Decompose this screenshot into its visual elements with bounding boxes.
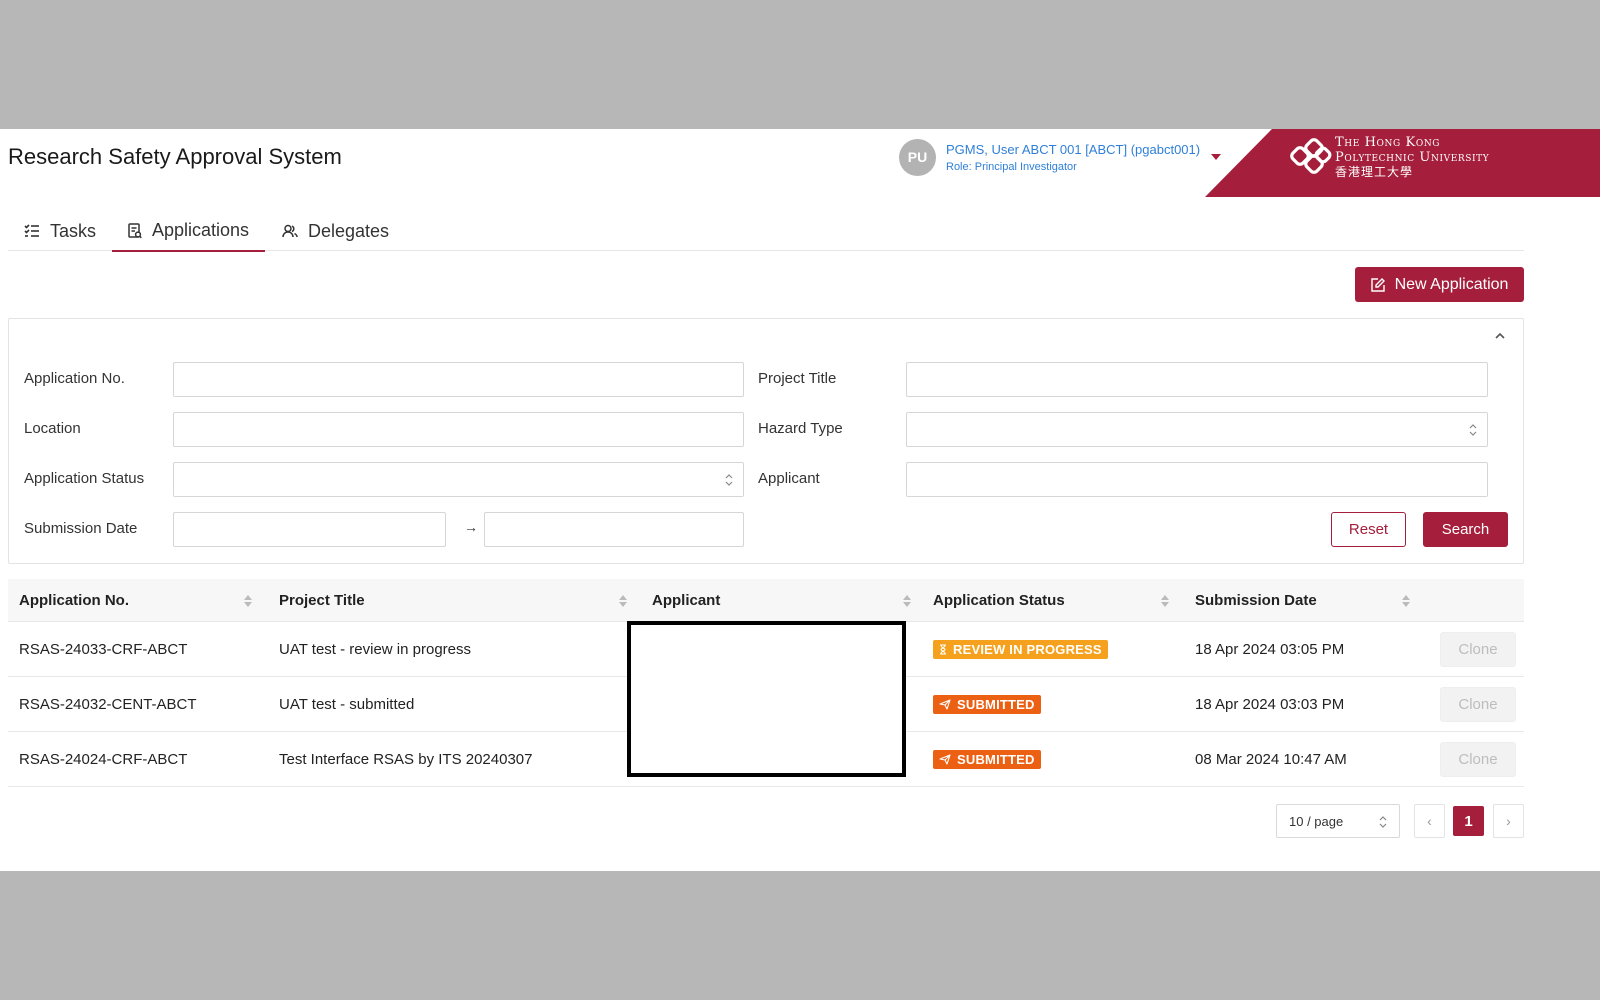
people-icon <box>282 224 298 238</box>
application-status-label: Application Status <box>24 470 145 487</box>
select-arrows-icon <box>1469 424 1477 436</box>
column-application-status[interactable]: Application Status <box>933 579 1065 622</box>
page-size-select[interactable]: 10 / page <box>1276 804 1400 838</box>
new-application-button[interactable]: New Application <box>1355 267 1524 302</box>
submission-date-label: Submission Date <box>24 520 138 537</box>
user-name[interactable]: PGMS, User ABCT 001 [ABCT] (pgabct001) <box>946 142 1200 157</box>
hourglass-icon <box>940 644 946 655</box>
select-arrows-icon <box>725 474 733 486</box>
cell-status: SUBMITTED <box>933 732 1041 787</box>
location-input[interactable] <box>173 412 744 447</box>
page-size-label: 10 / page <box>1289 813 1344 829</box>
cell-submission-date: 18 Apr 2024 03:05 PM <box>1195 641 1345 658</box>
application-no-label: Application No. <box>24 370 125 387</box>
user-menu[interactable]: PU PGMS, User ABCT 001 [ABCT] (pgabct001… <box>899 137 1221 177</box>
university-logo-banner: The Hong Kong Polytechnic University 香港理… <box>1205 129 1600 197</box>
send-icon <box>939 754 951 765</box>
task-list-icon <box>24 224 39 237</box>
cell-status: REVIEW IN PROGRESS <box>933 622 1108 677</box>
status-text: SUBMITTED <box>957 752 1035 767</box>
prev-page-button[interactable]: ‹ <box>1414 804 1445 838</box>
column-project-title[interactable]: Project Title <box>279 579 365 622</box>
application-no-input[interactable] <box>173 362 744 397</box>
send-icon <box>939 699 951 710</box>
new-application-label: New Application <box>1394 275 1509 293</box>
university-name-chinese: 香港理工大學 <box>1335 165 1414 179</box>
sort-icon[interactable] <box>1161 594 1169 608</box>
column-applicant[interactable]: Applicant <box>652 579 720 622</box>
tab-delegates[interactable]: Delegates <box>282 211 389 251</box>
next-page-button[interactable]: › <box>1493 804 1524 838</box>
current-page[interactable]: 1 <box>1453 806 1484 836</box>
clone-button[interactable]: Clone <box>1440 687 1516 722</box>
cell-application-no: RSAS-24032-CENT-ABCT <box>19 696 197 713</box>
sort-icon[interactable] <box>244 594 252 608</box>
column-application-no[interactable]: Application No. <box>19 579 129 622</box>
app-window: Research Safety Approval System PU PGMS,… <box>0 129 1600 871</box>
university-name-line-2: Polytechnic University <box>1335 150 1490 165</box>
redaction-box <box>627 621 906 777</box>
chevron-up-icon[interactable] <box>1493 331 1507 341</box>
hazard-type-select[interactable] <box>906 412 1488 447</box>
applicant-input[interactable] <box>906 462 1488 497</box>
cell-status: SUBMITTED <box>933 677 1041 732</box>
user-role: Role: Principal Investigator <box>946 160 1077 173</box>
sort-icon[interactable] <box>903 594 911 608</box>
edit-icon <box>1370 277 1385 292</box>
page-title: Research Safety Approval System <box>8 144 342 169</box>
reset-button[interactable]: Reset <box>1331 512 1406 547</box>
application-status-select[interactable] <box>173 462 744 497</box>
caret-down-icon[interactable] <box>1211 154 1221 160</box>
cell-project-title: Test Interface RSAS by ITS 20240307 <box>279 751 533 768</box>
tab-label: Delegates <box>308 220 390 241</box>
cell-application-no: RSAS-24033-CRF-ABCT <box>19 641 188 658</box>
cell-application-no: RSAS-24024-CRF-ABCT <box>19 751 188 768</box>
tab-tasks[interactable]: Tasks <box>24 211 96 251</box>
cell-project-title: UAT test - submitted <box>279 696 415 713</box>
clone-button[interactable]: Clone <box>1440 742 1516 777</box>
hazard-type-label: Hazard Type <box>758 420 843 437</box>
university-name: The Hong Kong Polytechnic University 香港理… <box>1335 135 1489 180</box>
clone-button[interactable]: Clone <box>1440 632 1516 667</box>
status-text: REVIEW IN PROGRESS <box>953 642 1102 657</box>
date-range-arrow: → <box>464 519 478 535</box>
status-text: SUBMITTED <box>957 697 1035 712</box>
tab-applications[interactable]: Applications <box>112 211 266 252</box>
polyu-logo-icon <box>1290 138 1332 174</box>
search-button[interactable]: Search <box>1423 512 1508 547</box>
university-name-line-1: The Hong Kong <box>1335 135 1441 150</box>
sort-icon[interactable] <box>619 594 627 608</box>
status-badge: REVIEW IN PROGRESS <box>933 640 1108 659</box>
main-tabs: Tasks Applications Delegates <box>8 211 1524 252</box>
applicant-label: Applicant <box>758 470 820 487</box>
select-arrows-icon <box>1379 816 1387 828</box>
avatar: PU <box>899 138 936 176</box>
cell-project-title: UAT test - review in progress <box>279 641 472 658</box>
user-info: PGMS, User ABCT 001 [ABCT] (pgabct001) R… <box>946 142 1200 173</box>
project-title-input[interactable] <box>906 362 1488 397</box>
tab-label: Applications <box>152 220 250 240</box>
project-title-label: Project Title <box>758 370 837 387</box>
status-badge: SUBMITTED <box>933 750 1041 769</box>
sort-icon[interactable] <box>1402 594 1410 608</box>
tab-label: Tasks <box>50 220 97 241</box>
search-filter-panel: Application No. Project Title Location H… <box>8 318 1524 564</box>
column-submission-date[interactable]: Submission Date <box>1195 579 1317 622</box>
document-icon <box>128 222 142 238</box>
location-label: Location <box>24 420 81 437</box>
cell-submission-date: 18 Apr 2024 03:03 PM <box>1195 696 1345 713</box>
submission-date-from-input[interactable] <box>173 512 446 547</box>
table-header: Application No. Project Title Applicant … <box>8 579 1524 622</box>
status-badge: SUBMITTED <box>933 695 1041 714</box>
cell-submission-date: 08 Mar 2024 10:47 AM <box>1195 751 1347 768</box>
submission-date-to-input[interactable] <box>484 512 744 547</box>
